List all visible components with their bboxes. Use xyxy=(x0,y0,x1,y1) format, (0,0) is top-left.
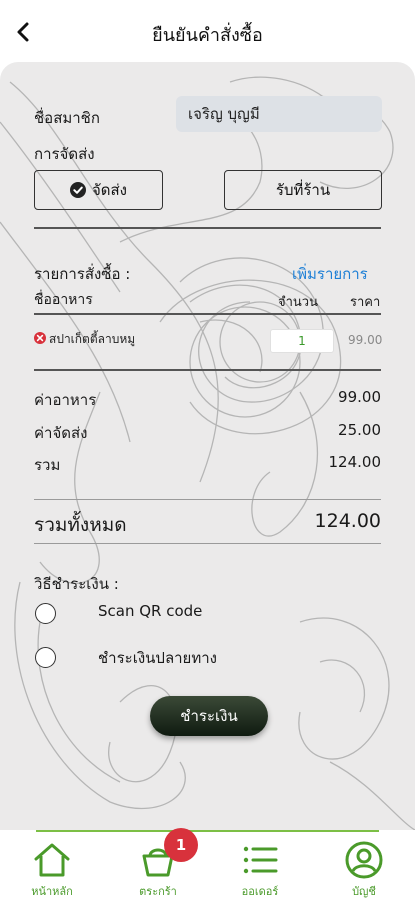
payment-radio-cod[interactable] xyxy=(35,647,56,668)
check-circle-icon xyxy=(69,182,86,198)
grand-total-label: รวมทั้งหมด xyxy=(34,514,127,536)
member-name-field[interactable]: เจริญ บุญมี xyxy=(176,96,382,132)
tab-home[interactable]: หน้าหลัก xyxy=(12,838,92,898)
grand-total-row: รวมทั้งหมด 124.00 xyxy=(34,510,381,540)
remove-item-icon[interactable] xyxy=(34,332,46,344)
item-name: สปาเก็ตตี้ลาบหมู xyxy=(49,332,136,346)
basket-count-badge: 1 xyxy=(164,828,198,862)
payment-method-title: วิธีชำระเงิน : xyxy=(34,575,119,593)
delivery-label: การจัดส่ง xyxy=(34,145,95,163)
member-label: ชื่อสมาชิก xyxy=(34,109,100,127)
shipping-cost-row: ค่าจัดส่ง 25.00 xyxy=(34,421,381,445)
bottom-tab-bar: หน้าหลัก ตระกร้า ออเดอร์ บัญชี xyxy=(0,830,415,900)
ship-option-label: จัดส่ง xyxy=(91,181,127,199)
shipping-cost-label: ค่าจัดส่ง xyxy=(34,424,88,442)
tab-bar-accent-line xyxy=(36,830,379,832)
food-cost-value: 99.00 xyxy=(338,388,381,406)
user-icon xyxy=(345,841,383,879)
home-icon xyxy=(34,843,70,877)
order-confirm-card: ชื่อสมาชิก เจริญ บุญมี การจัดส่ง จัดส่ง … xyxy=(0,62,415,830)
tab-basket-label: ตระกร้า xyxy=(139,885,177,898)
app-header: ยืนยันคำสั่งซื้อ xyxy=(0,0,415,62)
items-divider xyxy=(34,369,381,371)
table-header-divider xyxy=(34,313,381,315)
grand-total-value: 124.00 xyxy=(314,510,381,532)
tab-orders[interactable]: ออเดอร์ xyxy=(220,838,300,898)
col-qty-header: จำนวน xyxy=(278,295,318,310)
payment-option-cod-label: ชำระเงินปลายทาง xyxy=(98,649,217,667)
order-list-title: รายการสั่งซื้อ : xyxy=(34,265,131,283)
section-divider xyxy=(34,227,381,229)
tab-orders-label: ออเดอร์ xyxy=(241,885,279,898)
shipping-cost-value: 25.00 xyxy=(338,421,381,439)
tab-account-label: บัญชี xyxy=(352,885,376,898)
col-price-header: ราคา xyxy=(350,295,381,310)
add-item-link[interactable]: เพิ่มรายการ xyxy=(292,262,368,286)
subtotal-label: รวม xyxy=(34,456,61,474)
tab-home-label: หน้าหลัก xyxy=(31,885,73,898)
subtotal-row: รวม 124.00 xyxy=(34,453,381,477)
payment-option-qr-label: Scan QR code xyxy=(98,602,203,620)
item-price: 99.00 xyxy=(348,333,383,347)
food-cost-label: ค่าอาหาร xyxy=(34,391,97,409)
delivery-option-pickup-button[interactable]: รับที่ร้าน xyxy=(224,170,382,210)
total-top-divider xyxy=(34,499,381,500)
subtotal-value: 124.00 xyxy=(328,453,382,471)
total-bottom-divider xyxy=(34,543,381,544)
food-cost-row: ค่าอาหาร 99.00 xyxy=(34,388,381,412)
pay-button[interactable]: ชำระเงิน xyxy=(150,696,268,736)
delivery-option-ship-button[interactable]: จัดส่ง xyxy=(34,170,163,210)
page-title: ยืนยันคำสั่งซื้อ xyxy=(152,25,263,46)
pickup-option-label: รับที่ร้าน xyxy=(275,181,331,199)
tab-account[interactable]: บัญชี xyxy=(324,838,404,898)
list-icon xyxy=(243,846,278,874)
payment-radio-qr[interactable] xyxy=(35,603,56,624)
col-food-name-header: ชื่ออาหาร xyxy=(34,292,93,308)
item-qty-field[interactable]: 1 xyxy=(270,329,334,353)
